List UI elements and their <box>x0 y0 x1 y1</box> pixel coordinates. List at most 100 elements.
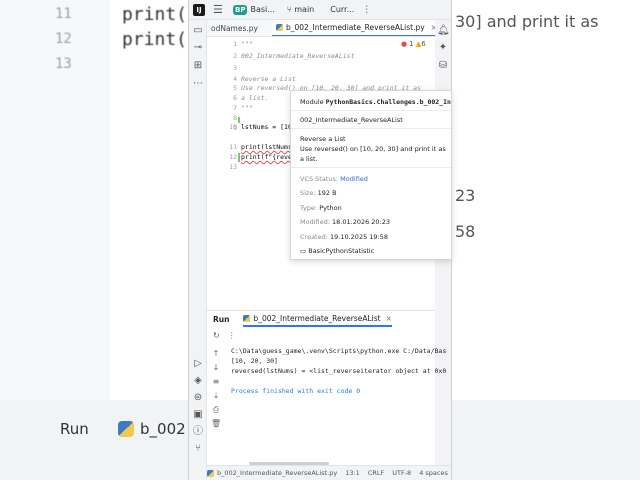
code-line: a list. <box>241 94 269 102</box>
line-number: 11 <box>229 143 237 151</box>
type-value: Python <box>319 204 342 212</box>
background-popup-text: 23 <box>455 186 476 205</box>
run-panel: Run b_002_Intermediate_ReverseAList × ↻ … <box>207 310 446 466</box>
run-tab[interactable]: b_002_Intermediate_ReverseAList × <box>243 311 392 327</box>
code-line: Reverse a List <box>241 75 296 83</box>
python-file-icon <box>207 469 214 477</box>
trash-icon[interactable]: 🗑︎ <box>211 419 221 429</box>
console-line: C:\Data\guess_game\.venv\Scripts\python.… <box>231 347 447 355</box>
modified-value: 18.01.2026 20:23 <box>332 218 391 226</box>
editor-tabs: odNames.py b_002_Intermediate_ReverseALi… <box>207 20 435 37</box>
more-tools-icon[interactable]: ⋯ <box>192 78 204 90</box>
run-config-selector[interactable]: Curr... <box>330 5 354 14</box>
code-line: lstNums = [10, <box>241 123 296 131</box>
status-indent[interactable]: 4 spaces <box>419 469 448 477</box>
module-label: Module <box>300 98 324 106</box>
inspection-widget[interactable]: ● 1 ▲ 6 <box>401 40 426 48</box>
print-icon[interactable]: ⎙ <box>211 405 221 415</box>
project-name: Basi... <box>250 5 275 14</box>
file-size: Size: 192 B <box>300 189 337 197</box>
created-value: 19.10.2025 19:58 <box>330 233 389 241</box>
module-header: Module PythonBasics.Challenges.b_002_Int… <box>300 98 452 106</box>
type-label: Type: <box>300 204 318 212</box>
branch-selector[interactable]: ⑂ main <box>287 5 314 14</box>
line-number: 5 <box>233 84 237 92</box>
python-packages-icon[interactable]: ⊜ <box>192 392 204 404</box>
problems-icon[interactable]: ⓘ <box>192 426 204 438</box>
branch-name: main <box>294 5 315 14</box>
more-icon[interactable]: ⋮ <box>228 331 236 340</box>
size-value: 192 B <box>317 189 337 197</box>
vcs-status: VCS Status: Modified <box>300 175 368 183</box>
background-popup-text: 58 <box>455 222 476 241</box>
close-icon[interactable]: × <box>431 20 435 36</box>
divider <box>291 128 451 129</box>
quick-documentation-popup: Module PythonBasics.Challenges.b_002_Int… <box>290 90 452 260</box>
scroll-to-end-icon[interactable]: ⤓ <box>211 391 221 401</box>
doc-text: a list. <box>300 155 318 163</box>
ide-logo-icon: IJ <box>193 3 205 16</box>
module-name: PythonBasics.Challenges.b_002_Inte <box>325 98 452 106</box>
background-code-line: print(f <box>122 29 198 50</box>
file-type: Type: Python <box>300 204 342 212</box>
line-number: 12 <box>229 153 237 161</box>
project-selector[interactable]: BP Basi... <box>233 4 275 15</box>
status-position[interactable]: 13:1 <box>345 469 360 477</box>
error-icon: ● <box>401 40 408 48</box>
close-icon[interactable]: × <box>386 314 392 323</box>
console-line: Process finished with exit code 0 <box>231 387 361 395</box>
line-number: 3 <box>233 64 237 72</box>
tab-reverse-a-list[interactable]: b_002_Intermediate_ReverseAList.py × <box>271 20 435 36</box>
python-file-icon <box>118 421 134 437</box>
title-bar: IJ ☰ BP Basi... ⑂ main Curr... ⋮ <box>189 0 451 20</box>
folder-icon: ▭ <box>300 247 307 255</box>
code-line: """ <box>241 104 253 112</box>
commit-icon[interactable]: ⊸ <box>192 42 204 54</box>
doc-text: Use reversed() on [10, 20, 30] and print… <box>300 145 446 153</box>
doc-heading: Reverse a List <box>300 135 346 143</box>
terminal-icon[interactable]: ▣ <box>192 409 204 421</box>
soft-wrap-icon[interactable]: ≡ <box>211 377 221 387</box>
structure-icon[interactable]: ⊞ <box>192 60 204 72</box>
code-line: """ <box>241 40 253 48</box>
folder-name: BasicPythonStatistic <box>308 247 375 255</box>
vcs-icon[interactable]: ⑂ <box>192 443 204 455</box>
ai-assistant-icon[interactable]: ✦ <box>437 42 449 54</box>
status-file[interactable]: b_002_Intermediate_ReverseAList.py <box>217 469 337 477</box>
notifications-icon[interactable]: 🔔︎ <box>437 25 450 37</box>
created-date: Created: 19.10.2025 19:58 <box>300 233 388 241</box>
background-line-number: 12 <box>55 31 72 47</box>
tab-odnames[interactable]: odNames.py <box>207 24 272 33</box>
down-arrow-icon[interactable]: ↓ <box>211 363 221 373</box>
folder-link[interactable]: ▭ BasicPythonStatistic <box>300 247 374 255</box>
status-encoding[interactable]: UTF-8 <box>392 469 411 477</box>
hamburger-menu-icon[interactable]: ☰ <box>213 3 225 16</box>
background-doc-text: 30] and print it as <box>455 12 599 31</box>
change-marker <box>238 153 240 162</box>
background-run-label: Run <box>60 420 89 438</box>
up-arrow-icon[interactable]: ↑ <box>211 349 221 359</box>
console-line: reversed(lstNums) = <list_reverseiterato… <box>231 367 447 375</box>
run-header: Run b_002_Intermediate_ReverseAList × <box>207 311 435 327</box>
tab-label: b_002_Intermediate_ReverseAList.py <box>285 22 425 32</box>
status-line-separator[interactable]: CRLF <box>368 469 384 477</box>
project-badge: BP <box>233 4 248 15</box>
run-panel-title: Run <box>213 314 230 324</box>
line-number: 8 <box>233 114 237 122</box>
modified-date: Modified: 18.01.2026 20:23 <box>300 218 390 226</box>
git-branch-icon: ⑂ <box>286 5 292 14</box>
run-icon[interactable]: ▷ <box>192 358 204 370</box>
code-line: print(lstNums) <box>241 143 296 151</box>
background-line-number: 11 <box>55 6 72 22</box>
line-number: 4 <box>233 75 237 83</box>
folder-icon[interactable]: ▭ <box>192 25 204 37</box>
modified-label: Modified: <box>300 218 330 226</box>
line-number: 1 <box>233 40 237 48</box>
background-run-tab: b_002 <box>140 420 186 438</box>
database-icon[interactable]: ⛁ <box>437 60 449 72</box>
rerun-icon[interactable]: ↻ <box>213 331 220 340</box>
vcs-value: Modified <box>340 175 368 183</box>
python-console-icon[interactable]: ◈ <box>192 375 204 387</box>
run-side-toolbar: ↑ ↓ ≡ ⤓ ⎙ 🗑︎ <box>207 347 225 466</box>
more-icon[interactable]: ⋮ <box>362 5 371 15</box>
